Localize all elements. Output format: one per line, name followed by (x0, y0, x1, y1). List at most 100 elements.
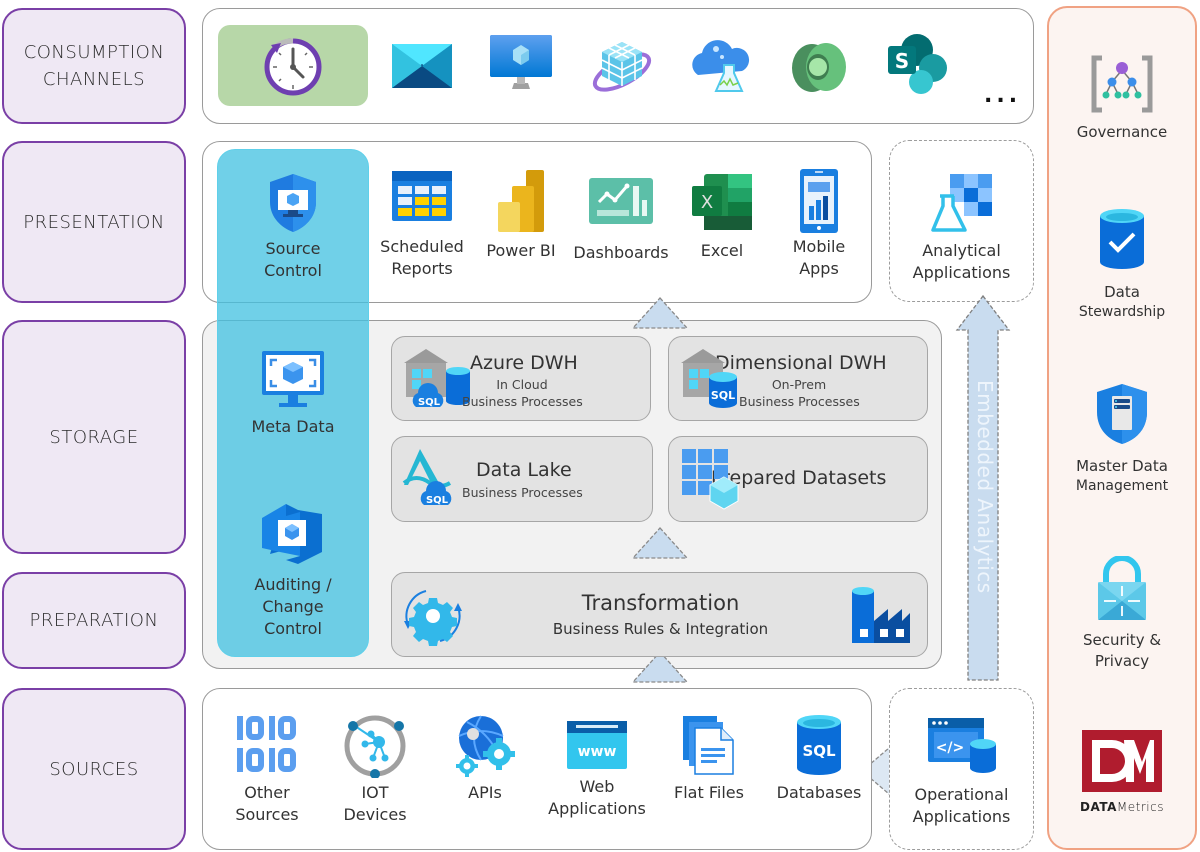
item-label: Databases (776, 783, 862, 802)
storage-data-lake[interactable]: SQL Data Lake Business Processes (391, 436, 653, 522)
excel-icon: X (692, 174, 752, 230)
meta-data-monitor-icon (262, 351, 324, 407)
layer-label-presentation: PRESENTATION (2, 141, 186, 303)
operational-app-code-icon: </> (927, 718, 996, 773)
meta-data-item[interactable]: Meta Data (217, 350, 369, 438)
virtual-machine-icon[interactable] (488, 33, 554, 93)
item-label: Scheduled (380, 237, 464, 256)
source-item-databases[interactable]: SQL Databases (772, 714, 866, 804)
security-lock-icon (1098, 556, 1146, 620)
item-label: Dashboards (573, 243, 669, 262)
governance-item-security[interactable]: Security & Privacy (1047, 556, 1197, 672)
iot-hub-icon (344, 715, 406, 778)
more-channels-ellipsis[interactable]: ... (984, 83, 1021, 108)
email-icon[interactable] (392, 44, 452, 88)
item-label: Change (262, 597, 324, 616)
analysis-cube-icon[interactable] (590, 38, 654, 96)
brand-bold: DATA (1080, 800, 1117, 814)
governance-item-governance[interactable]: Governance (1047, 54, 1197, 143)
item-label: APIs (468, 783, 502, 802)
svg-text:X: X (701, 192, 713, 213)
presentation-item-power-bi[interactable]: Power BI (480, 168, 562, 262)
arrow-storage-to-presentation (631, 297, 689, 329)
operational-applications-item[interactable]: </> Operational Applications (889, 716, 1034, 828)
presentation-item-mobile-apps[interactable]: Mobile Apps (772, 168, 866, 280)
item-label: Web (579, 777, 615, 796)
analytical-applications-item[interactable]: Analytical Applications (889, 172, 1034, 284)
governance-purview-icon (1091, 55, 1153, 113)
governance-item-master-data[interactable]: Master Data Management (1047, 382, 1197, 496)
api-globe-gears-icon (456, 715, 515, 777)
item-label: Apps (799, 259, 839, 278)
source-control-shield-icon (270, 174, 316, 232)
layer-label-line: CONSUMPTION (23, 42, 165, 63)
datametrics-wordmark: DATAMetrics (1047, 800, 1197, 814)
item-label: Stewardship (1078, 304, 1166, 320)
master-data-shield-icon (1097, 384, 1147, 444)
item-label: Flat Files (674, 783, 744, 802)
flat-files-icon (683, 716, 734, 775)
item-label: Mobile (792, 237, 846, 256)
source-item-iot[interactable]: IOT Devices (330, 714, 420, 826)
arrow-preparation-to-storage (631, 527, 689, 559)
sharepoint-icon[interactable]: S (885, 32, 953, 96)
source-item-other[interactable]: Other Sources (224, 714, 310, 826)
item-label: Applications (912, 263, 1011, 282)
svg-text:</>: </> (935, 740, 964, 756)
storage-subtitle: In Cloud (496, 377, 548, 392)
item-label: Devices (343, 805, 407, 824)
auditing-change-control-item[interactable]: Auditing / Change Control (217, 502, 369, 640)
item-label: Other (244, 783, 290, 802)
storage-subtitle: On-Prem (771, 377, 827, 392)
svg-text:S: S (895, 49, 909, 73)
storage-title: Azure DWH (470, 352, 578, 374)
svg-text:SQL: SQL (418, 397, 441, 408)
item-label: Source (265, 239, 321, 258)
item-label: Privacy (1094, 652, 1150, 670)
analytics-flask-icon (930, 174, 992, 232)
item-label: Data (1104, 283, 1140, 301)
governance-item-data-stewardship[interactable]: Data Stewardship (1047, 208, 1197, 322)
storage-subtitle: Business Processes (462, 394, 583, 409)
source-control-item[interactable]: Source Control (217, 172, 369, 282)
datametrics-logo[interactable]: DATAMetrics (1047, 728, 1197, 814)
source-item-flat-files[interactable]: Flat Files (666, 714, 752, 804)
storage-azure-dwh[interactable]: SQL Azure DWH In Cloud Business Processe… (391, 336, 651, 421)
brand-light: Metrics (1116, 800, 1164, 814)
scheduled-channel-tile[interactable] (218, 25, 368, 106)
item-label: Meta Data (251, 417, 335, 436)
power-bi-icon (498, 170, 544, 232)
sql-database-icon: SQL (797, 715, 841, 775)
calendar-grid-icon (392, 171, 452, 221)
layer-label-consumption: CONSUMPTION CHANNELS (2, 8, 186, 124)
item-label: Sources (235, 805, 299, 824)
datametrics-dm-logo-icon (1082, 730, 1162, 792)
item-label: Applications (548, 799, 646, 818)
transformation-title: Transformation (581, 591, 740, 615)
presentation-item-scheduled-reports[interactable]: Scheduled Reports (372, 170, 472, 280)
prepared-datasets-grid-icon (682, 449, 739, 510)
embedded-analytics-label: Embedded Analytics (973, 380, 997, 594)
presentation-item-excel[interactable]: X Excel (680, 172, 764, 262)
sql-server-warehouse-icon: SQL (681, 349, 737, 408)
source-item-apis[interactable]: APIs (445, 714, 525, 804)
preparation-transformation[interactable]: Transformation Business Rules & Integrat… (391, 572, 928, 657)
machine-learning-cloud-icon[interactable] (688, 35, 752, 97)
layer-label-line: CHANNELS (42, 69, 146, 90)
layer-label-preparation: PREPARATION (2, 572, 186, 669)
item-label: Control (264, 261, 322, 280)
svg-text:SQL: SQL (711, 389, 735, 402)
item-label: Operational (914, 785, 1009, 804)
dynamics-365-icon[interactable] (788, 40, 850, 94)
presentation-item-dashboards[interactable]: Dashboards (570, 178, 672, 264)
storage-dimensional-dwh[interactable]: Dimensional DWH SQL On-Prem Business Pro… (668, 336, 928, 421)
storage-subtitle: Business Processes (739, 394, 860, 409)
item-label: Security & (1082, 631, 1162, 649)
source-item-web[interactable]: www Web Applications (545, 720, 649, 820)
storage-prepared-datasets[interactable]: Prepared Datasets (668, 436, 928, 522)
storage-subtitle: Business Processes (462, 485, 583, 500)
storage-title: Data Lake (476, 459, 572, 481)
svg-text:SQL: SQL (426, 495, 449, 506)
item-label: Excel (700, 241, 744, 260)
data-lake-icon: SQL (402, 449, 452, 506)
